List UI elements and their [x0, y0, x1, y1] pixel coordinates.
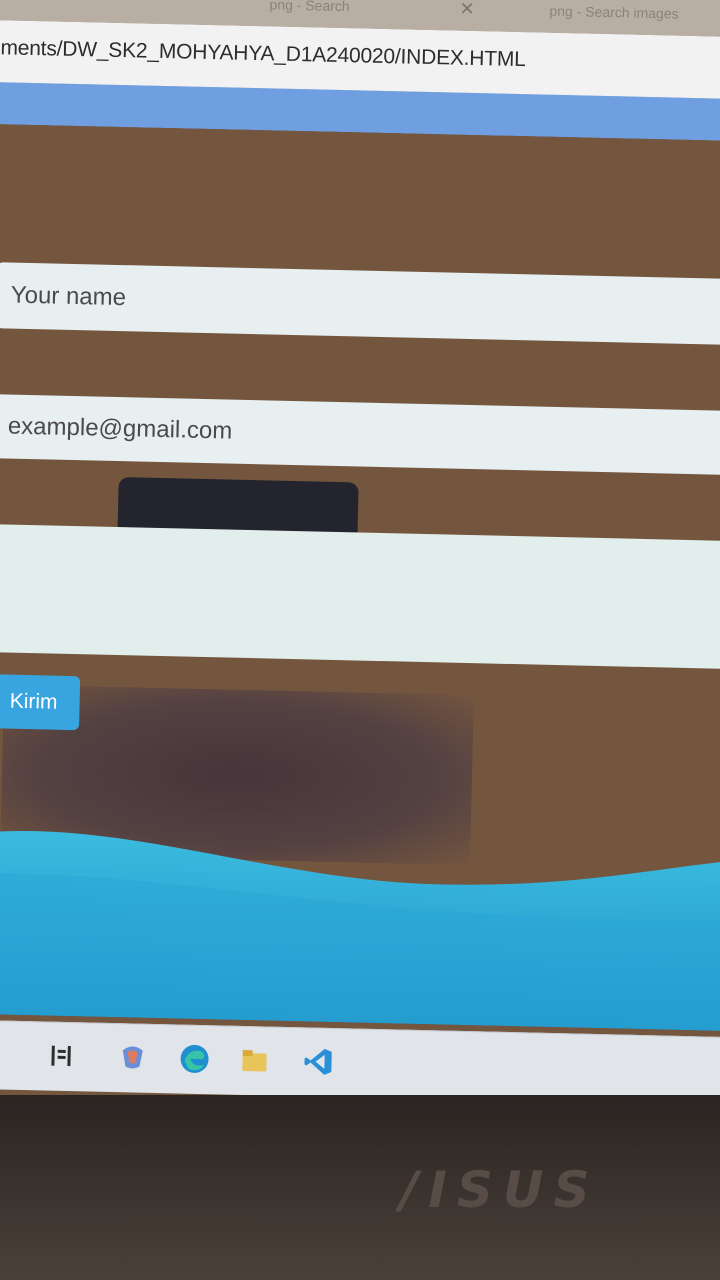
browser-tab[interactable]: png - Search images	[549, 3, 679, 22]
task-view-icon[interactable]	[43, 1038, 78, 1073]
url-text[interactable]: ments/DW_SK2_MOHYAHYA_D1A240020/INDEX.HT…	[0, 36, 526, 72]
kirim-button[interactable]: Kirim	[0, 674, 81, 731]
name-input[interactable]	[0, 262, 720, 346]
photo: png - Search ✕ png - Search images ments…	[0, 0, 720, 1280]
laptop-brand-logo: /ISUS	[400, 1161, 600, 1219]
taskbar	[0, 1019, 720, 1106]
close-tab-icon[interactable]: ✕	[459, 0, 475, 20]
email-input[interactable]	[0, 394, 720, 476]
wave-footer	[0, 831, 720, 1031]
edge-icon[interactable]	[177, 1042, 212, 1077]
file-explorer-icon[interactable]	[237, 1043, 272, 1078]
copilot-icon[interactable]	[115, 1040, 150, 1075]
laptop-screen: png - Search ✕ png - Search images ments…	[0, 0, 720, 1127]
page-content: Kirim	[0, 123, 720, 1031]
browser-tab[interactable]: png - Search	[269, 0, 350, 14]
vscode-icon[interactable]	[301, 1044, 336, 1079]
message-textarea[interactable]	[0, 524, 720, 670]
laptop-bezel: /ISUS	[0, 1095, 720, 1280]
